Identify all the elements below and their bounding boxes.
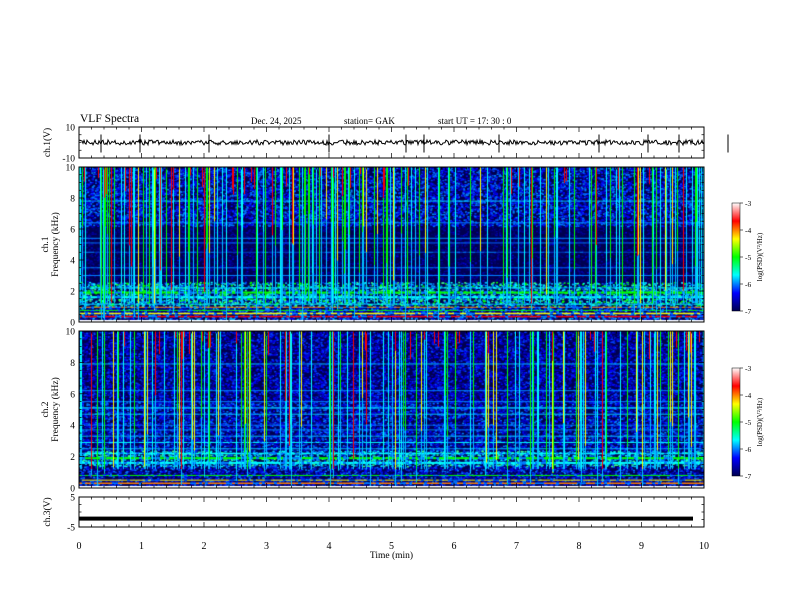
x-tick-label: 1: [139, 541, 144, 552]
y-tick-label: 4: [70, 422, 75, 432]
ch1-spectrogram-image: [79, 167, 704, 322]
ch1-ylabel: ch.1(V): [42, 128, 53, 157]
y-tick-label: 2: [70, 288, 75, 298]
colorbar: [731, 367, 741, 477]
y-tick-label: 10: [66, 164, 76, 174]
y-tick-label: 6: [70, 226, 75, 236]
vlf-chart: 10-10024681002468105-5ch.1(V)ch.1 Frequen…: [41, 124, 764, 562]
x-tick-label: 3: [264, 541, 269, 552]
vlf-spectra-page: VLF Spectra Dec. 24, 2025 station= GAK s…: [0, 0, 792, 612]
colorbar-tick-label: -7: [745, 307, 751, 316]
x-tick-label: 10: [699, 541, 709, 552]
y-tick-label: 5: [70, 494, 75, 504]
x-tick-label: 0: [77, 541, 82, 552]
y-tick-label: -5: [67, 524, 75, 534]
colorbar-tick-label: -5: [745, 418, 751, 427]
ch1-waveform-line: [78, 138, 705, 147]
colorbar-label: log(PSD)(V²/Hz): [756, 232, 764, 281]
colorbar-tick-label: -6: [745, 280, 751, 289]
ch3-ylabel: ch.3(V): [42, 497, 53, 526]
colorbar-label: log(PSD)(V²/Hz): [756, 397, 764, 446]
x-tick-label: 4: [327, 541, 332, 552]
y-tick-label: 6: [70, 390, 75, 400]
colorbar-tick-label: -7: [745, 472, 751, 481]
ch1-ylabel-channel: ch.1: [41, 236, 51, 252]
x-tick-label: 7: [514, 541, 519, 552]
colorbar-tick-label: -3: [745, 199, 751, 208]
colorbar-tick-label: -3: [745, 364, 751, 373]
colorbar: [731, 202, 741, 312]
colorbar-tick-label: -6: [745, 445, 751, 454]
y-tick-label: 8: [70, 195, 75, 205]
ch2-ylabel-frequency: Frequency (kHz): [50, 377, 61, 442]
x-tick-label: 9: [639, 541, 644, 552]
x-tick-label: 8: [577, 541, 582, 552]
ch1-ylabel-frequency: Frequency (kHz): [50, 212, 61, 277]
y-tick-label: 10: [66, 328, 76, 338]
x-tick-label: 6: [452, 541, 457, 552]
x-axis-label: Time (min): [370, 550, 413, 561]
y-tick-label: 8: [70, 359, 75, 369]
colorbar-tick-label: -4: [745, 226, 751, 235]
colorbar-tick-label: -4: [745, 391, 751, 400]
colorbar-tick-label: -5: [745, 253, 751, 262]
y-tick-label: 4: [70, 257, 75, 267]
y-tick-label: 10: [66, 124, 76, 134]
ch2-ylabel-channel: ch.2: [41, 401, 51, 417]
y-tick-label: 2: [70, 453, 75, 463]
ch2-spectrogram-image: [79, 331, 704, 488]
x-tick-label: 2: [202, 541, 207, 552]
ch3-waveform-band: [79, 516, 693, 521]
